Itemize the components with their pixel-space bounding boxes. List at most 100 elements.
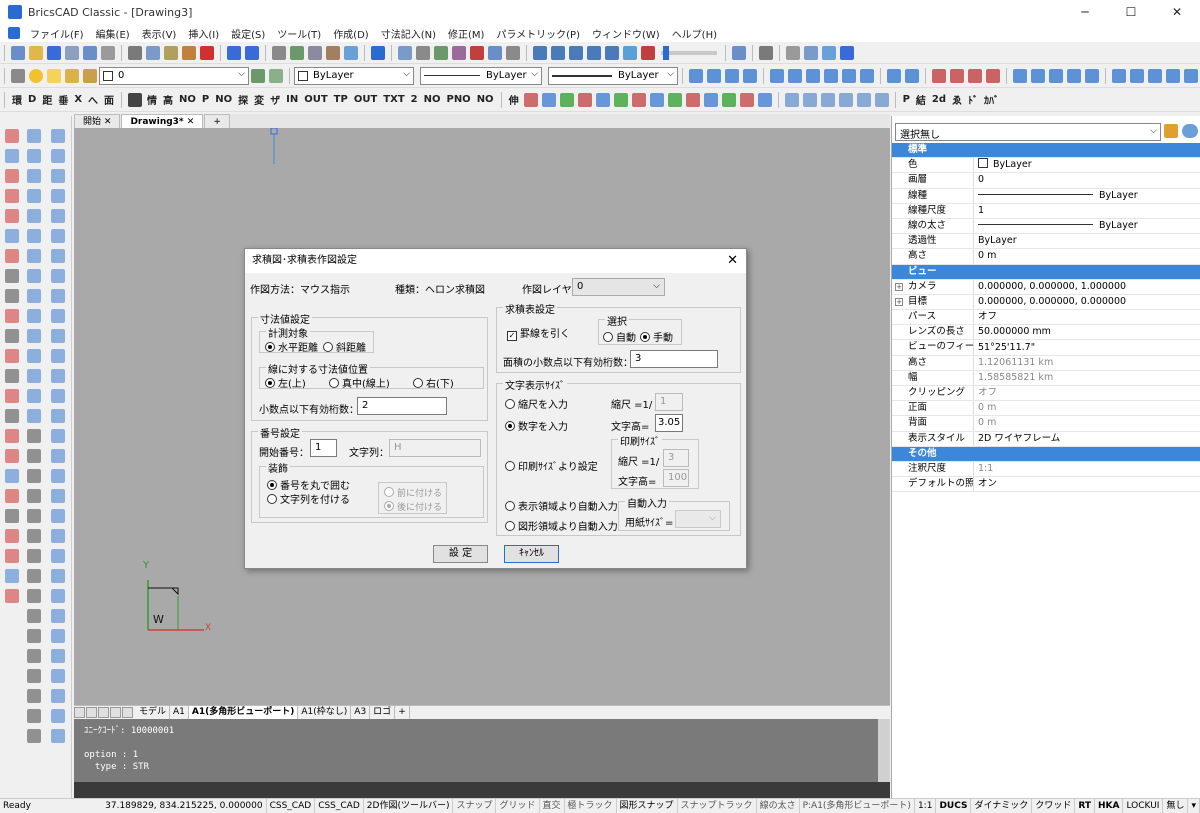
measure-horizontal-radio[interactable]: 水平距離 <box>265 339 318 354</box>
number-input-radio[interactable]: 数字を入力 <box>505 418 568 433</box>
area-tool-icon[interactable] <box>649 92 664 107</box>
draw-tool-icon[interactable] <box>27 629 41 643</box>
view-cube-icon[interactable] <box>759 45 773 60</box>
decimal-input[interactable]: 2 <box>357 397 447 415</box>
custom-tool-button[interactable]: NO <box>215 94 232 105</box>
draw-tool-icon[interactable] <box>51 349 65 363</box>
eye-icon[interactable] <box>840 45 854 60</box>
status-toggle[interactable]: 線の太さ <box>757 799 800 813</box>
custom-tool-button[interactable]: OUT <box>304 94 327 105</box>
deco-circle-radio[interactable]: 番号を丸で囲む <box>267 477 350 492</box>
draw-tool-icon[interactable] <box>27 129 41 143</box>
dim-baseline-icon[interactable] <box>1130 68 1144 83</box>
print-size-radio[interactable]: 印刷ｻｲｽﾞより設定 <box>505 458 598 473</box>
layout-tab-a1-poly[interactable]: A1(多角形ビューポート) <box>188 706 299 719</box>
draw-tool-icon[interactable] <box>5 509 19 523</box>
property-row[interactable]: クリッピング オフ <box>892 386 1200 402</box>
status-toggle[interactable]: グリッド <box>496 799 540 813</box>
draw-tool-icon[interactable] <box>27 509 41 523</box>
auto-radio[interactable]: 自動 <box>603 329 636 344</box>
draw-tool-icon[interactable] <box>27 729 41 743</box>
new-icon[interactable] <box>11 45 25 60</box>
status-toggle[interactable]: RT <box>1075 799 1095 813</box>
custom-tool-button[interactable]: 垂 <box>58 92 68 107</box>
area-tool-icon[interactable] <box>685 92 700 107</box>
draw-tool-icon[interactable] <box>27 269 41 283</box>
status-toggle[interactable]: クワッド <box>1032 799 1076 813</box>
cad-standards-icon[interactable] <box>488 45 502 60</box>
layer-lock-icon[interactable] <box>65 68 79 83</box>
draw-tool-icon[interactable] <box>51 129 65 143</box>
custom-tool-button[interactable]: TP <box>334 94 348 105</box>
status-toggle[interactable]: 極トラック <box>565 799 617 813</box>
property-row[interactable]: 背面 0 m <box>892 416 1200 432</box>
draw-tool-icon[interactable] <box>51 629 65 643</box>
dim-style-icon[interactable] <box>905 68 919 83</box>
status-toggle[interactable]: CSS_CAD <box>315 799 364 813</box>
orbit-icon[interactable] <box>641 45 655 60</box>
property-row[interactable]: 表示スタイル 2D ワイヤフレーム <box>892 431 1200 447</box>
custom-tool-button[interactable]: 結 <box>916 92 926 107</box>
custom-tool-button[interactable]: ザ <box>270 92 280 107</box>
dim-continue-icon[interactable] <box>1148 68 1162 83</box>
layout-tab-logo[interactable]: ロゴ <box>370 706 396 719</box>
status-toggle[interactable]: スナップ <box>453 799 497 813</box>
property-row[interactable]: パース オフ <box>892 310 1200 326</box>
layer-manager-icon[interactable] <box>11 68 25 83</box>
layer-iso-icon[interactable] <box>689 68 703 83</box>
draw-tool-icon[interactable] <box>51 289 65 303</box>
custom-tool-button[interactable]: IN <box>286 94 298 105</box>
property-row[interactable]: 画層 0 <box>892 173 1200 189</box>
measure-slope-radio[interactable]: 斜距離 <box>323 339 366 354</box>
dim-ordinate-icon[interactable] <box>1049 68 1063 83</box>
status-toggle[interactable]: 無し <box>1163 799 1189 813</box>
layer-tool-icon[interactable] <box>820 92 835 107</box>
g-snap3-icon[interactable] <box>968 68 982 83</box>
draw-tool-icon[interactable] <box>27 329 41 343</box>
layer-select[interactable]: 0 ⌵ <box>572 278 665 296</box>
dim-aligned-icon[interactable] <box>1031 68 1045 83</box>
draw-tool-icon[interactable] <box>5 149 19 163</box>
manual-radio[interactable]: 手動 <box>640 329 673 344</box>
property-row[interactable]: + 目標 0.000000, 0.000000, 0.000000 <box>892 294 1200 311</box>
string-input[interactable]: H <box>389 439 481 457</box>
attribute-manager-icon[interactable] <box>326 45 340 60</box>
draw-tool-icon[interactable] <box>51 329 65 343</box>
menu-tools[interactable]: ツール(T) <box>271 26 327 41</box>
area-tool-icon[interactable] <box>595 92 610 107</box>
eye-icon[interactable] <box>1182 124 1198 138</box>
dim-angular-icon[interactable] <box>1112 68 1126 83</box>
move-copy-icon[interactable] <box>770 68 784 83</box>
copy-clip-icon[interactable] <box>398 45 412 60</box>
dim-radius-icon[interactable] <box>1067 68 1081 83</box>
draw-tool-icon[interactable] <box>51 409 65 423</box>
attach-drawing-icon[interactable] <box>452 45 466 60</box>
draw-tool-icon[interactable] <box>51 529 65 543</box>
paper-size-select[interactable]: ⌵ <box>675 510 721 528</box>
draw-tool-icon[interactable] <box>5 589 19 603</box>
custom-tool-button[interactable]: PNO <box>446 94 470 105</box>
custom-tool-button[interactable]: ゑ <box>952 92 962 107</box>
custom-tool-button[interactable]: 変 <box>254 92 264 107</box>
app-menu-icon[interactable] <box>8 27 20 39</box>
custom-tool-button[interactable]: へ <box>88 92 98 107</box>
expand-icon[interactable]: + <box>895 297 903 306</box>
pos-right-radio[interactable]: 右(下) <box>413 375 454 390</box>
draw-tool-icon[interactable] <box>27 369 41 383</box>
selection-combo[interactable]: 選択無し ⌵ <box>895 123 1161 141</box>
save-icon[interactable] <box>47 45 61 60</box>
custom-tool-button[interactable]: TXT <box>383 94 404 105</box>
print-preview-icon[interactable] <box>65 45 79 60</box>
g-snap2-icon[interactable] <box>950 68 964 83</box>
shield-icon[interactable] <box>506 45 520 60</box>
cancel-button[interactable]: ｷｬﾝｾﾙ <box>504 545 559 563</box>
status-toggle[interactable]: 直交 <box>540 799 565 813</box>
draw-tool-icon[interactable] <box>5 169 19 183</box>
custom-tool-button[interactable]: OUT <box>354 94 377 105</box>
dim-leader-icon[interactable] <box>1166 68 1180 83</box>
custom-tool-button[interactable]: NO <box>424 94 441 105</box>
layer-previous-icon[interactable] <box>251 68 265 83</box>
draw-tool-icon[interactable] <box>27 289 41 303</box>
layer-on-icon[interactable] <box>29 68 43 83</box>
custom-tool-button[interactable]: D <box>28 94 36 105</box>
